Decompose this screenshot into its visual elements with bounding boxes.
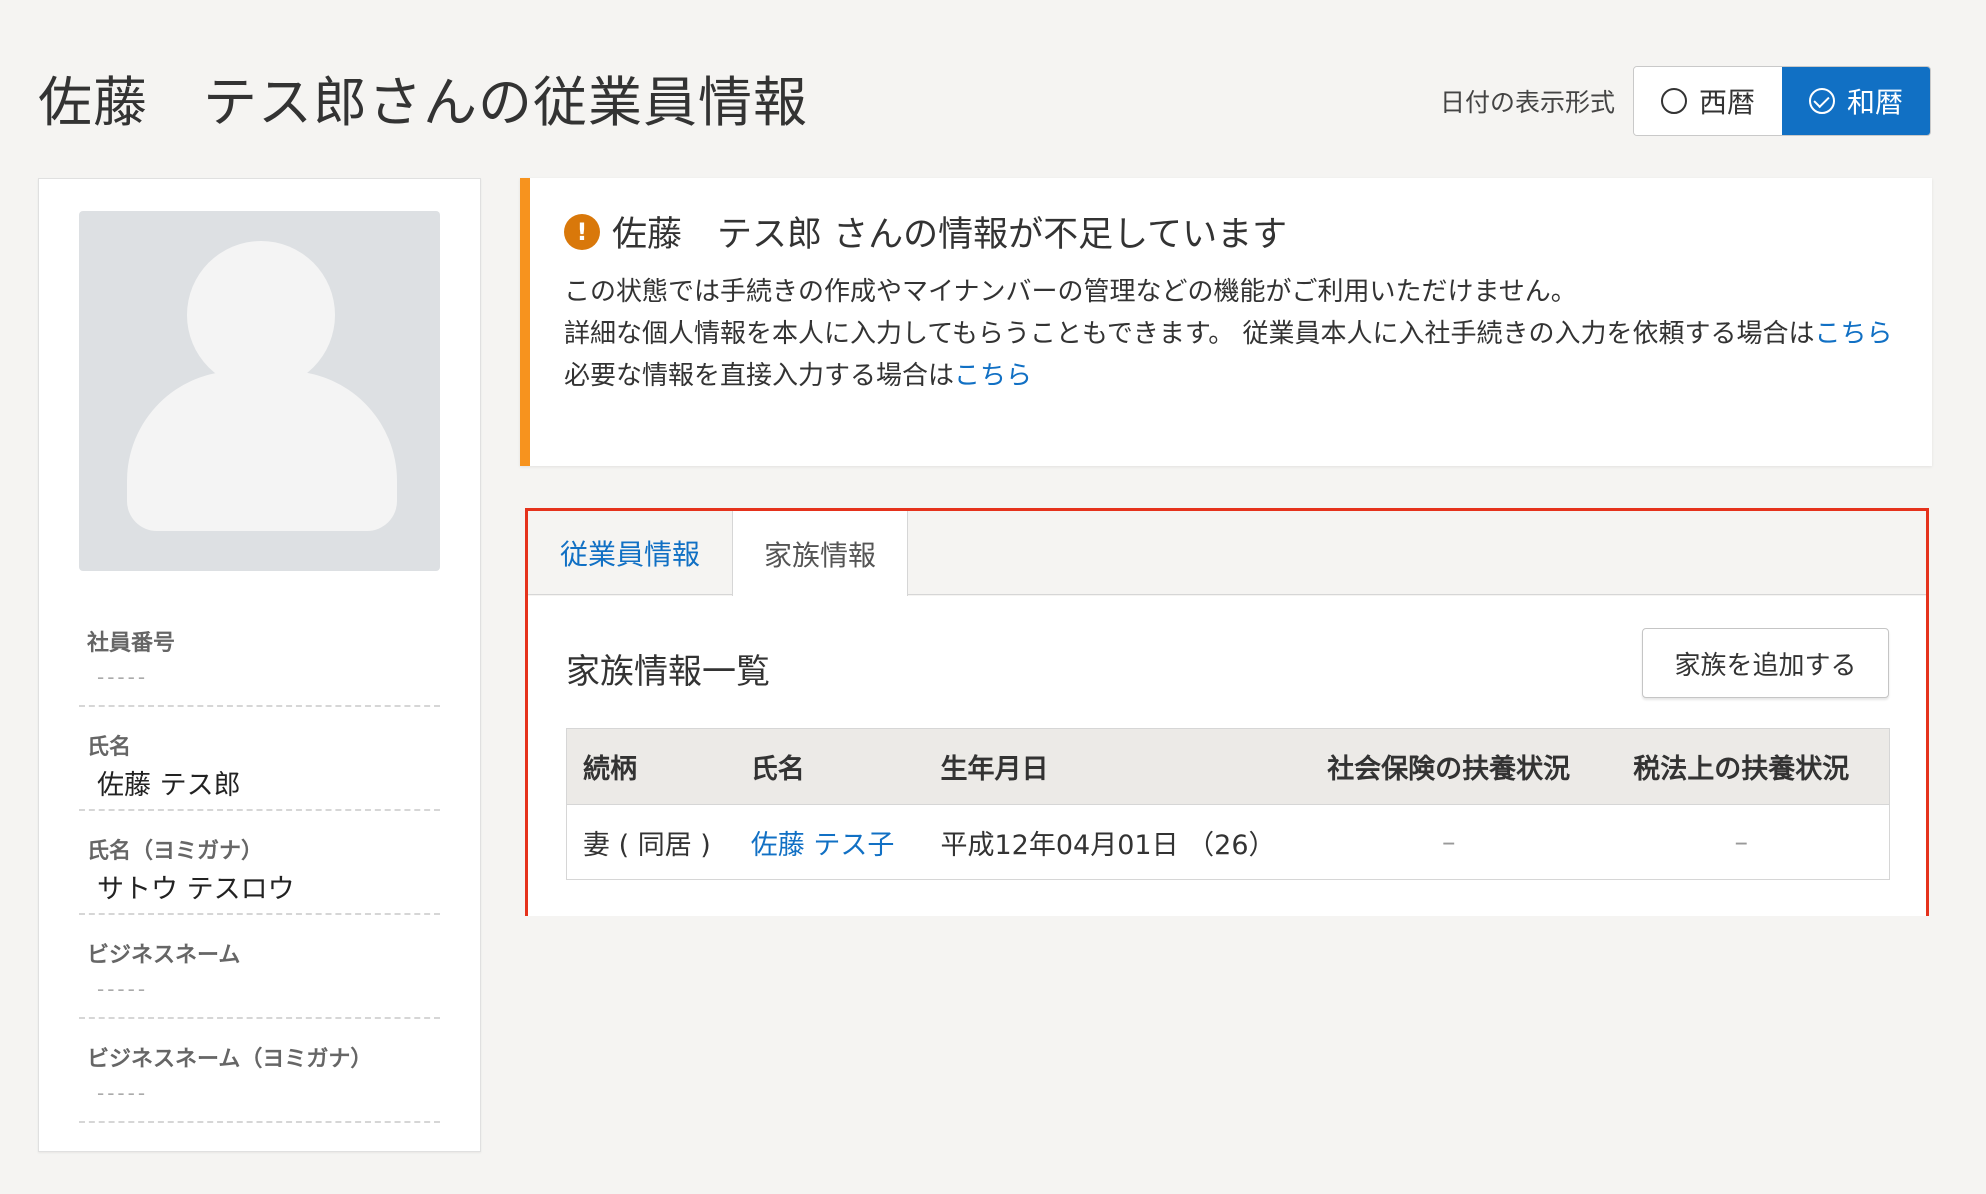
tax-dependent-cell: – [1734, 826, 1748, 858]
avatar-body-shape [127, 371, 397, 531]
tab-family-info[interactable]: 家族情報 [732, 511, 908, 596]
alert-line-3-text: 必要な情報を直接入力する場合は [564, 361, 955, 391]
direct-input-link[interactable]: こちら [954, 361, 1032, 391]
western-calendar-option[interactable]: 西暦 [1634, 67, 1782, 135]
column-header: 税法上の扶養状況 [1633, 754, 1850, 785]
column-header: 社会保険の扶養状況 [1327, 754, 1571, 785]
name-field: 氏名 佐藤 テス郎 [79, 707, 440, 811]
radio-empty-icon [1660, 88, 1687, 114]
alert-line-1: この状態では手続きの作成やマイナンバーの管理などの機能がご利用いただけません。 [564, 277, 1577, 307]
field-value: 佐藤 テス郎 [97, 770, 241, 801]
column-header: 氏名 [750, 754, 805, 785]
alert-line-2: 詳細な個人情報を本人に入力してもらうこともできます。 従業員本人に入社手続きの入… [564, 313, 1914, 355]
family-panel-body: 家族情報一覧 家族を追加する 続柄 氏名 生年月日 社会保険の扶養状況 税法上の… [528, 596, 1926, 916]
field-value: サトウ テスロウ [97, 874, 295, 905]
alert-line-2-text: 詳細な個人情報を本人に入力してもらうこともできます。 従業員本人に入社手続きの入… [564, 319, 1815, 349]
name-kana-field: 氏名（ヨミガナ） サトウ テスロウ [79, 811, 440, 915]
employee-number-field: 社員番号 ----- [79, 603, 440, 707]
check-circle-icon [1808, 88, 1835, 114]
column-header: 生年月日 [940, 754, 1049, 785]
invite-employee-link[interactable]: こちら [1815, 319, 1893, 349]
tab-employee-info[interactable]: 従業員情報 [528, 511, 732, 595]
profile-card: 社員番号 ----- 氏名 佐藤 テス郎 氏名（ヨミガナ） サトウ テスロウ ビ… [38, 178, 481, 1152]
japanese-calendar-label: 和暦 [1846, 86, 1903, 119]
social-insurance-cell: – [1441, 826, 1456, 858]
date-format-label: 日付の表示形式 [1439, 88, 1615, 117]
birthdate-cell: 平成12年04月01日 （26） [940, 829, 1276, 861]
family-member-name-link[interactable]: 佐藤 テス子 [735, 805, 925, 879]
section-title: 家族情報一覧 [566, 652, 770, 692]
relation-cell: 妻 ( 同居 ) [583, 829, 711, 861]
field-label: 社員番号 [87, 631, 176, 656]
family-table: 続柄 氏名 生年月日 社会保険の扶養状況 税法上の扶養状況 妻 ( 同居 ) 佐… [566, 728, 1890, 880]
add-family-button[interactable]: 家族を追加する [1642, 628, 1889, 698]
family-info-panel: 従業員情報 家族情報 家族情報一覧 家族を追加する 続柄 氏名 生年月日 社会保… [525, 508, 1929, 916]
column-header: 続柄 [583, 754, 637, 785]
alert-title-row: ! 佐藤 テス郎 さんの情報が不足しています [564, 206, 1287, 257]
alert-body: この状態では手続きの作成やマイナンバーの管理などの機能がご利用いただけません。 … [564, 271, 1914, 397]
japanese-calendar-option[interactable]: 和暦 [1782, 67, 1930, 135]
table-row: 妻 ( 同居 ) 佐藤 テス子 平成12年04月01日 （26） – – [567, 805, 1889, 879]
field-value: ----- [97, 665, 149, 689]
alert-line-3: 必要な情報を直接入力する場合はこちら [564, 355, 1914, 397]
field-label: ビジネスネーム（ヨミガナ） [87, 1047, 373, 1072]
tab-bar: 従業員情報 家族情報 [528, 511, 1926, 596]
western-calendar-label: 西暦 [1698, 86, 1755, 119]
business-name-field: ビジネスネーム ----- [79, 915, 440, 1019]
field-label: ビジネスネーム [87, 943, 241, 968]
avatar [79, 211, 440, 571]
avatar-head-shape [187, 241, 335, 389]
date-format-selector: 日付の表示形式 西暦 和暦 [1440, 66, 1931, 136]
page-title: 佐藤 テス郎さんの従業員情報 [38, 71, 808, 134]
business-name-kana-field: ビジネスネーム（ヨミガナ） ----- [79, 1019, 440, 1123]
field-value: ----- [97, 1081, 149, 1105]
alert-title: 佐藤 テス郎 さんの情報が不足しています [612, 215, 1288, 255]
field-label: 氏名（ヨミガナ） [87, 839, 264, 864]
missing-info-alert: ! 佐藤 テス郎 さんの情報が不足しています この状態では手続きの作成やマイナン… [520, 178, 1932, 466]
warning-icon: ! [564, 213, 600, 250]
date-format-toggle: 西暦 和暦 [1633, 66, 1931, 136]
field-label: 氏名 [87, 735, 132, 760]
field-value: ----- [97, 977, 149, 1001]
table-header: 続柄 氏名 生年月日 社会保険の扶養状況 税法上の扶養状況 [567, 729, 1889, 805]
